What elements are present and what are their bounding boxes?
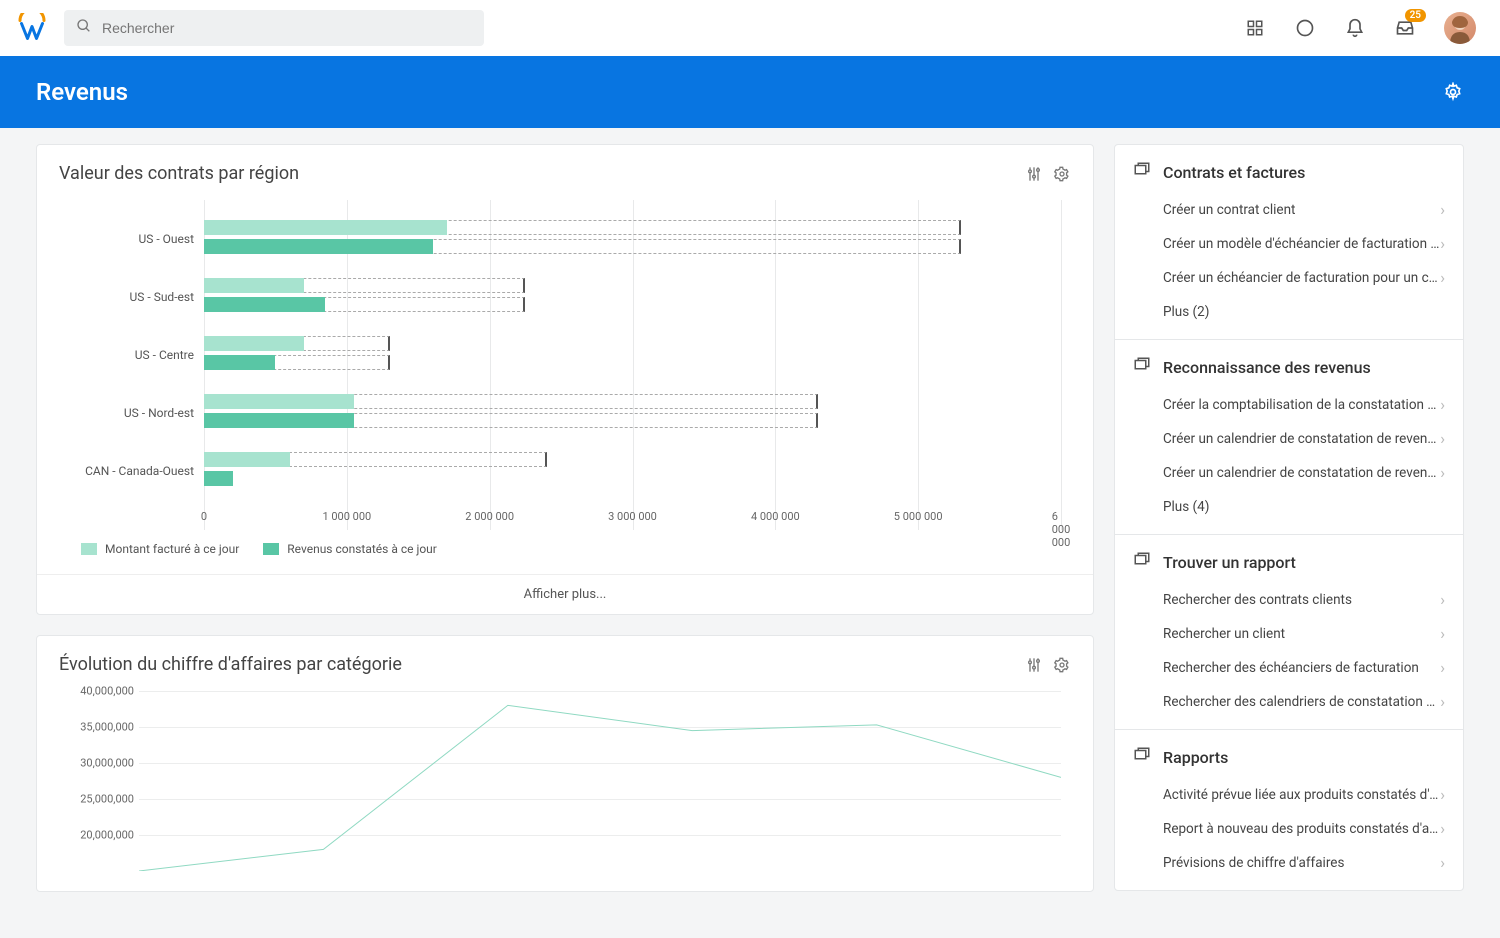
sidebar-item-label: Créer la comptabilisation de la constata… <box>1163 397 1440 413</box>
sidebar-item-label: Créer un contrat client <box>1163 202 1440 218</box>
page-title: Revenus <box>36 78 128 106</box>
sidebar-section-title: Rapports <box>1163 748 1228 767</box>
search-icon <box>76 18 92 38</box>
legend-item: Revenus constatés à ce jour <box>263 542 437 556</box>
topbar-actions: 25 <box>1244 12 1484 44</box>
topbar: 25 <box>0 0 1500 56</box>
sidebar-item[interactable]: Créer un calendrier de constatation de r… <box>1133 422 1445 456</box>
sidebar-item[interactable]: Créer un calendrier de constatation de r… <box>1133 456 1445 490</box>
chevron-right-icon: › <box>1440 465 1445 481</box>
bar-category-label: CAN - Canada-Ouest <box>54 464 194 478</box>
sidebar-section: Reconnaissance des revenus Créer la compt… <box>1115 340 1463 535</box>
sidebar-section: Contrats et factures Créer un contrat cli… <box>1115 145 1463 340</box>
chart-legend: Montant facturé à ce jour Revenus consta… <box>59 530 1071 574</box>
chevron-right-icon: › <box>1440 592 1445 608</box>
sidebar-section: Rapports Activité prévue liée aux produit… <box>1115 730 1463 890</box>
card-title: Évolution du chiffre d'affaires par caté… <box>59 654 402 675</box>
chevron-right-icon: › <box>1440 626 1445 642</box>
main-content: Valeur des contrats par région 01 000 00… <box>0 128 1500 908</box>
sidebar-more-link[interactable]: Plus (4) <box>1133 490 1445 524</box>
sidebar-item[interactable]: Créer la comptabilisation de la constata… <box>1133 388 1445 422</box>
section-icon <box>1133 161 1151 183</box>
card-title: Valeur des contrats par région <box>59 163 299 184</box>
app-logo[interactable] <box>16 12 48 44</box>
sidebar-item[interactable]: Rechercher un client› <box>1133 617 1445 651</box>
inbox-badge: 25 <box>1405 9 1426 22</box>
bar-row: US - Nord-est <box>204 390 1061 436</box>
sidebar-item-label: Rechercher des échéanciers de facturatio… <box>1163 660 1440 676</box>
left-column: Valeur des contrats par région 01 000 00… <box>36 144 1094 892</box>
card-revenue-trend-by-category: Évolution du chiffre d'affaires par caté… <box>36 635 1094 892</box>
sidebar-item-label: Créer un échéancier de facturation pour … <box>1163 270 1440 286</box>
chevron-right-icon: › <box>1440 270 1445 286</box>
bar-row: US - Ouest <box>204 216 1061 262</box>
sidebar-item-label: Rechercher des contrats clients <box>1163 592 1440 608</box>
show-more-button[interactable]: Afficher plus... <box>37 574 1093 614</box>
chevron-right-icon: › <box>1440 236 1445 252</box>
inbox-icon[interactable]: 25 <box>1394 17 1416 39</box>
sidebar-section-title: Contrats et factures <box>1163 163 1305 182</box>
sidebar-item-label: Rechercher un client <box>1163 626 1440 642</box>
filter-icon[interactable] <box>1025 656 1043 674</box>
search-box[interactable] <box>64 10 484 46</box>
card-contract-value-by-region: Valeur des contrats par région 01 000 00… <box>36 144 1094 615</box>
chevron-right-icon: › <box>1440 660 1445 676</box>
search-input[interactable] <box>102 20 472 36</box>
chat-icon[interactable] <box>1294 17 1316 39</box>
sidebar-item-label: Rechercher des calendriers de constatati… <box>1163 694 1440 710</box>
chevron-right-icon: › <box>1440 855 1445 871</box>
sidebar-item-label: Créer un calendrier de constatation de r… <box>1163 431 1440 447</box>
notifications-icon[interactable] <box>1344 17 1366 39</box>
section-icon <box>1133 551 1151 573</box>
sidebar-item[interactable]: Rechercher des contrats clients› <box>1133 583 1445 617</box>
sidebar-item[interactable]: Report à nouveau des produits constatés … <box>1133 812 1445 846</box>
sidebar-section: Trouver un rapport Rechercher des contrat… <box>1115 535 1463 730</box>
chevron-right-icon: › <box>1440 397 1445 413</box>
chevron-right-icon: › <box>1440 694 1445 710</box>
section-icon <box>1133 356 1151 378</box>
sidebar-item[interactable]: Créer un modèle d'échéancier de facturat… <box>1133 227 1445 261</box>
page-header: Revenus <box>0 56 1500 128</box>
bar-row: US - Sud-est <box>204 274 1061 320</box>
sidebar-item-label: Report à nouveau des produits constatés … <box>1163 821 1440 837</box>
sidebar-section-title: Reconnaissance des revenus <box>1163 358 1371 377</box>
sidebar-item-label: Créer un calendrier de constatation de r… <box>1163 465 1440 481</box>
gear-icon[interactable] <box>1053 165 1071 183</box>
bar-category-label: US - Nord-est <box>54 406 194 420</box>
gear-icon[interactable] <box>1053 656 1071 674</box>
chevron-right-icon: › <box>1440 821 1445 837</box>
sidebar-item-label: Prévisions de chiffre d'affaires <box>1163 855 1440 871</box>
bar-chart: 01 000 0002 000 0003 000 0004 000 0005 0… <box>204 200 1061 530</box>
sidebar-item-label: Créer un modèle d'échéancier de facturat… <box>1163 236 1440 252</box>
avatar[interactable] <box>1444 12 1476 44</box>
bar-category-label: US - Centre <box>54 348 194 362</box>
chevron-right-icon: › <box>1440 787 1445 803</box>
sidebar-section-title: Trouver un rapport <box>1163 553 1296 572</box>
bar-category-label: US - Ouest <box>54 232 194 246</box>
right-sidebar: Contrats et factures Créer un contrat cli… <box>1114 144 1464 891</box>
apps-icon[interactable] <box>1244 17 1266 39</box>
sidebar-item[interactable]: Rechercher des échéanciers de facturatio… <box>1133 651 1445 685</box>
chevron-right-icon: › <box>1440 431 1445 447</box>
sidebar-more-link[interactable]: Plus (2) <box>1133 295 1445 329</box>
section-icon <box>1133 746 1151 768</box>
bar-row: CAN - Canada-Ouest <box>204 448 1061 494</box>
sidebar-item[interactable]: Créer un contrat client› <box>1133 193 1445 227</box>
filter-icon[interactable] <box>1025 165 1043 183</box>
page-settings-icon[interactable] <box>1442 81 1464 103</box>
sidebar-item[interactable]: Activité prévue liée aux produits consta… <box>1133 778 1445 812</box>
bar-row: US - Centre <box>204 332 1061 378</box>
bar-category-label: US - Sud-est <box>54 290 194 304</box>
sidebar-item[interactable]: Rechercher des calendriers de constatati… <box>1133 685 1445 719</box>
sidebar-item[interactable]: Prévisions de chiffre d'affaires› <box>1133 846 1445 880</box>
legend-item: Montant facturé à ce jour <box>81 542 239 556</box>
sidebar-item-label: Activité prévue liée aux produits consta… <box>1163 787 1440 803</box>
chevron-right-icon: › <box>1440 202 1445 218</box>
line-chart: 20,000,00025,000,00030,000,00035,000,000… <box>139 691 1061 871</box>
sidebar-item[interactable]: Créer un échéancier de facturation pour … <box>1133 261 1445 295</box>
